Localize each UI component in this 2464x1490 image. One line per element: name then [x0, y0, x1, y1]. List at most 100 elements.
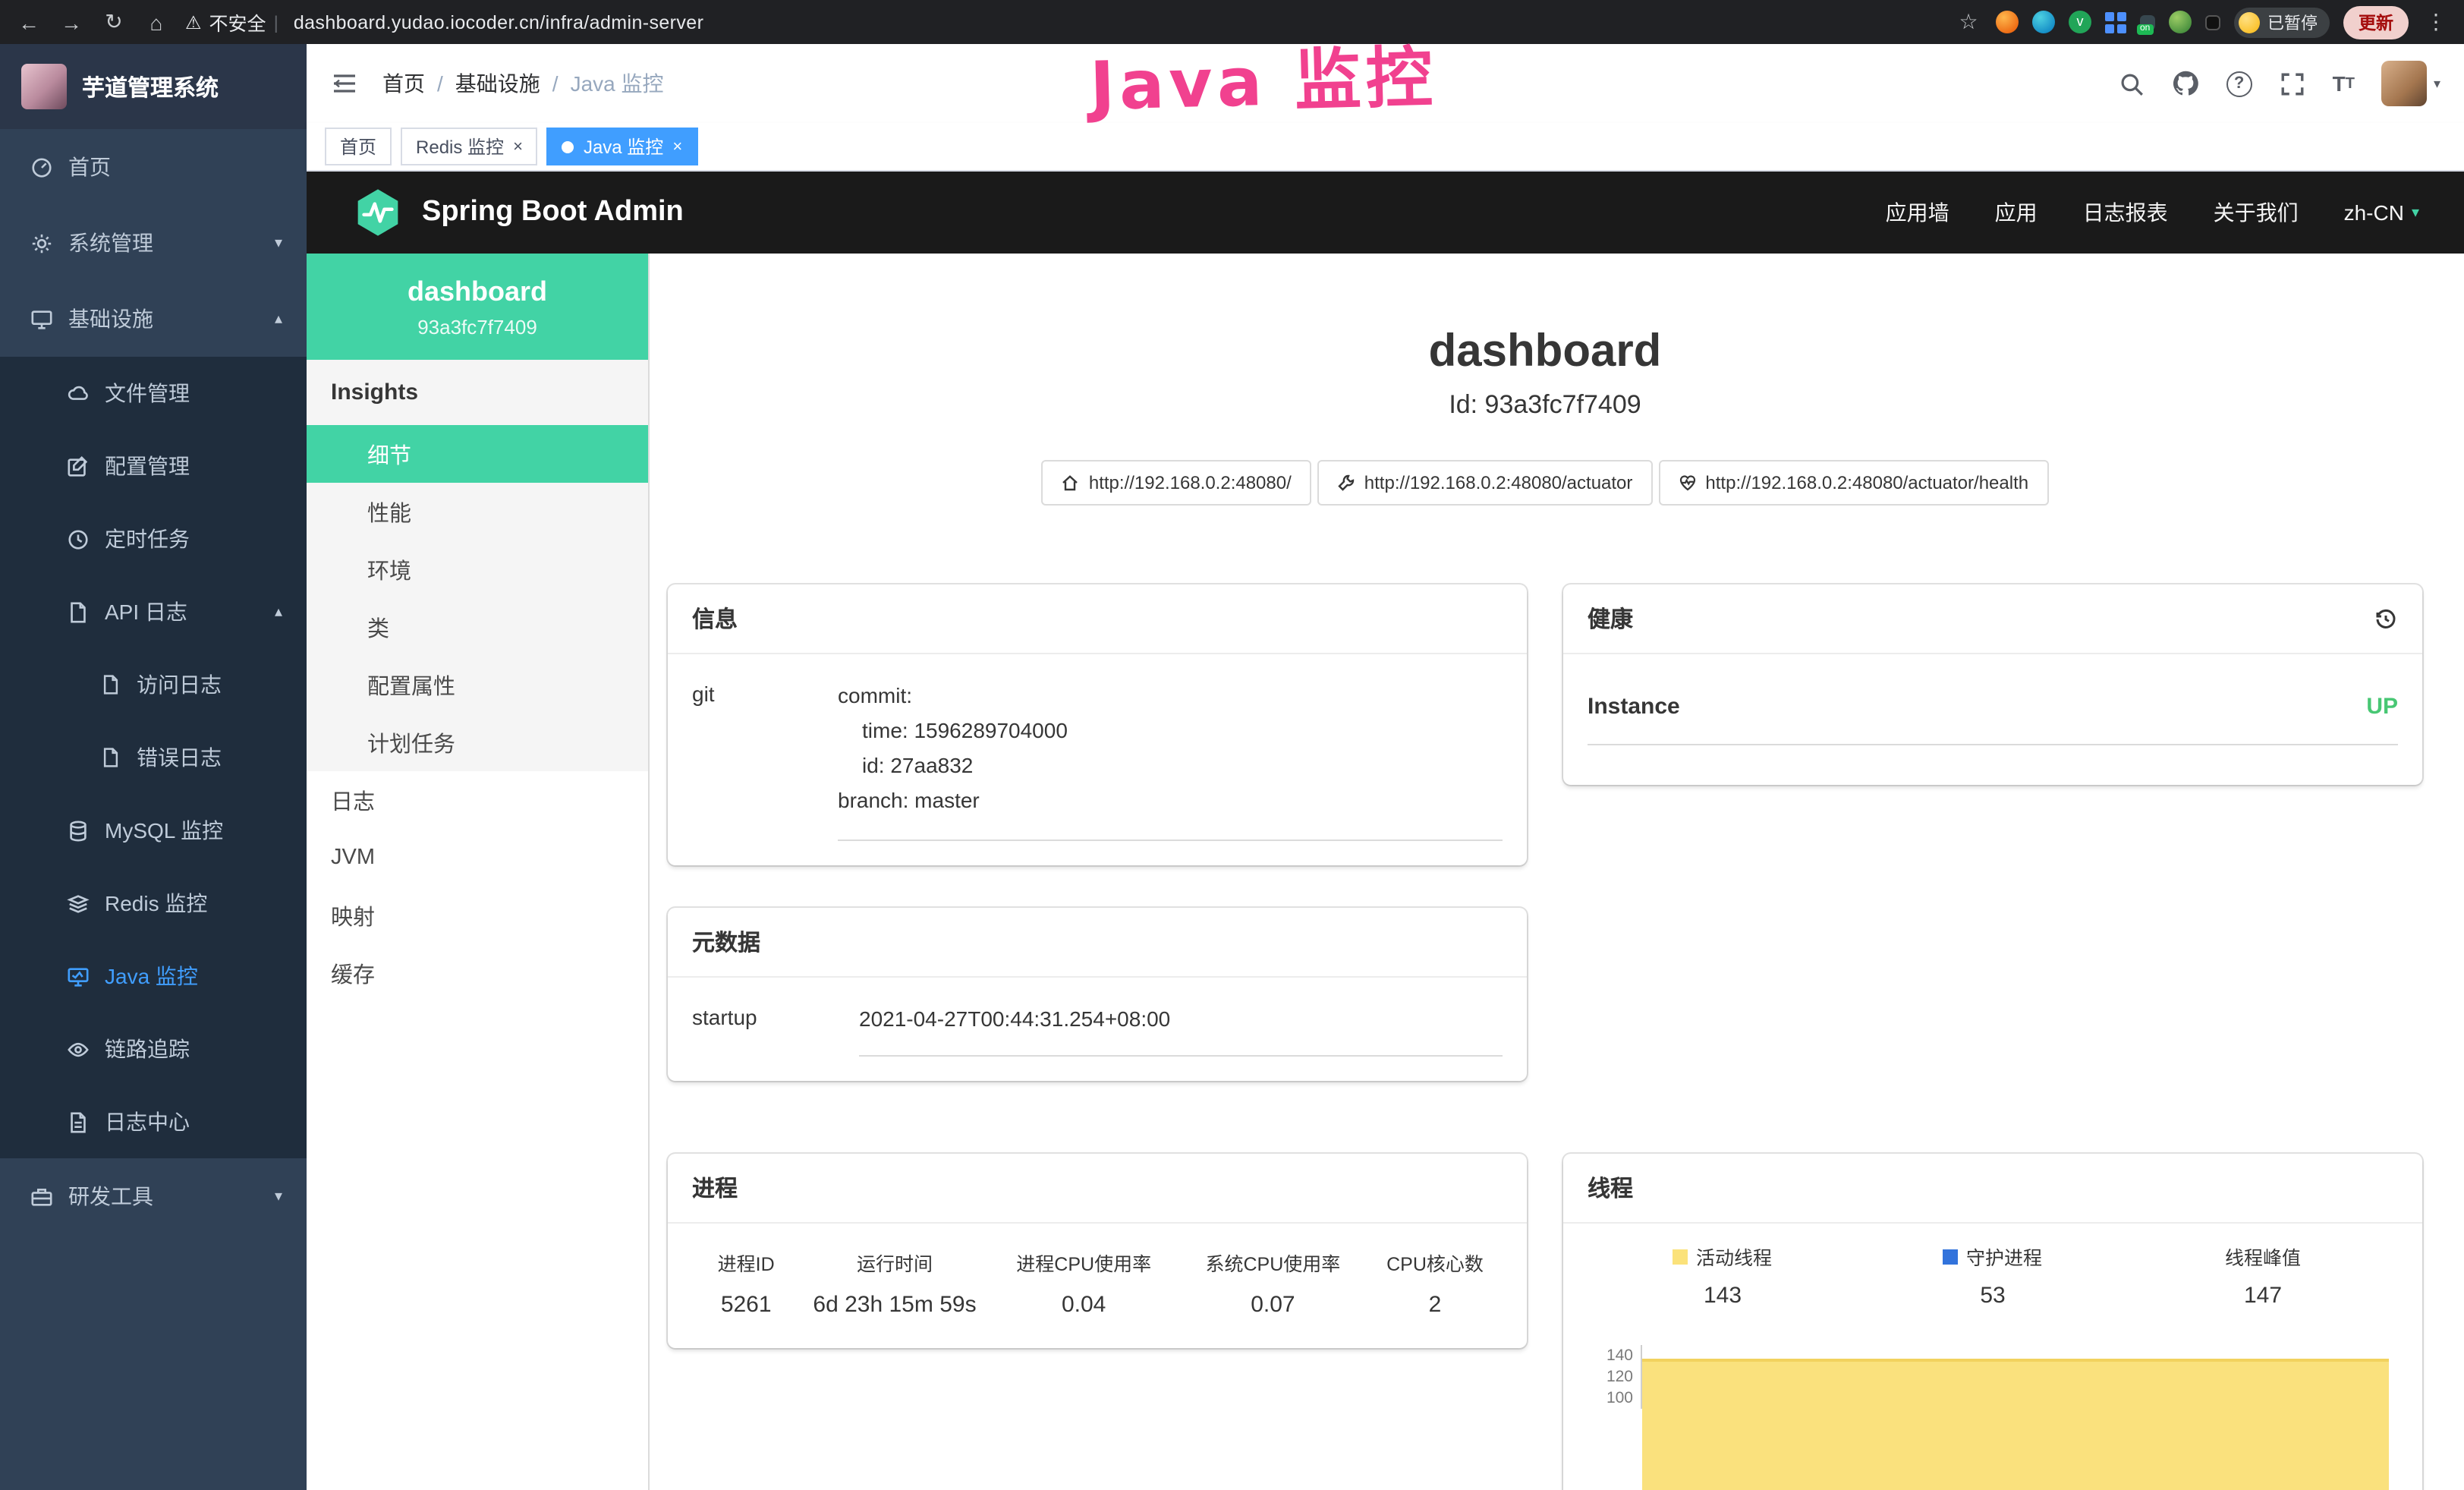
extension-leaf-icon[interactable]: [2169, 11, 2192, 33]
history-icon[interactable]: [2374, 606, 2398, 631]
sidebar-item-system[interactable]: 系统管理 ▾: [0, 205, 307, 281]
sba-nav-about[interactable]: 关于我们: [2214, 197, 2299, 228]
browser-forward-icon[interactable]: →: [58, 10, 85, 34]
font-size-icon[interactable]: TT: [2333, 71, 2355, 96]
tab-close-icon[interactable]: ×: [513, 137, 523, 156]
threads-chart: 140 120 100: [1588, 1346, 2398, 1490]
home-icon: [1062, 474, 1080, 492]
redis-icon: [67, 892, 90, 915]
process-col-header: 进程CPU使用率: [990, 1249, 1179, 1277]
sba-brand-label: Spring Boot Admin: [422, 196, 684, 229]
wrench-icon: [1337, 474, 1355, 492]
search-icon[interactable]: [2119, 71, 2145, 96]
active-tab-dot: [562, 140, 574, 153]
legend-daemon-label: 守护进程: [1966, 1243, 2042, 1271]
extension-teal-drop-icon[interactable]: [2032, 11, 2055, 33]
browser-menu-icon[interactable]: ⋮: [2422, 9, 2450, 35]
github-icon[interactable]: [2172, 70, 2199, 97]
sba-item-jvm[interactable]: JVM: [307, 829, 648, 887]
app-logo[interactable]: 芋道管理系统: [0, 44, 307, 129]
profile-paused-badge[interactable]: 已暂停: [2234, 7, 2330, 37]
service-url-button[interactable]: http://192.168.0.2:48080/: [1042, 460, 1311, 506]
sidebar-item-mysql-monitor[interactable]: MySQL 监控: [0, 794, 307, 867]
sidebar-item-redis-monitor[interactable]: Redis 监控: [0, 867, 307, 940]
extension-orange-icon[interactable]: [1996, 11, 2019, 33]
browser-reload-icon[interactable]: ↻: [100, 9, 127, 35]
breadcrumb-current: Java 监控: [571, 68, 664, 99]
legend-peak: 线程峰值 147: [2128, 1243, 2398, 1309]
sidebar-item-cron-jobs[interactable]: 定时任务: [0, 502, 307, 575]
tab-label: 首页: [340, 134, 376, 159]
sba-item-caches[interactable]: 缓存: [307, 944, 648, 1002]
sba-nav-wallboard[interactable]: 应用墙: [1886, 197, 1949, 228]
sba-brand[interactable]: Spring Boot Admin: [352, 187, 684, 238]
sidebar-item-label: API 日志: [105, 597, 187, 627]
sba-item-classes[interactable]: 类: [307, 598, 648, 656]
browser-back-icon[interactable]: ←: [15, 10, 42, 34]
sidebar-item-devtools[interactable]: 研发工具 ▾: [0, 1158, 307, 1234]
sba-item-logs[interactable]: 日志: [307, 771, 648, 829]
sba-item-config-props[interactable]: 配置属性: [307, 656, 648, 713]
sidebar-item-tracing[interactable]: 链路追踪: [0, 1013, 307, 1085]
browser-home-icon[interactable]: ⌂: [143, 10, 170, 34]
collapse-sidebar-icon[interactable]: [331, 70, 358, 97]
actuator-url-button[interactable]: http://192.168.0.2:48080/actuator: [1317, 460, 1653, 506]
fullscreen-icon[interactable]: [2280, 71, 2305, 96]
extensions-puzzle-icon[interactable]: [2205, 14, 2220, 30]
sba-item-details[interactable]: 细节: [307, 425, 648, 483]
site-security[interactable]: ⚠ 不安全 |: [185, 8, 278, 36]
sidebar-item-infra[interactable]: 基础设施 ▴: [0, 281, 307, 357]
sidebar-item-log-center[interactable]: 日志中心: [0, 1085, 307, 1158]
process-uptime: 6d 23h 15m 59s: [800, 1293, 989, 1325]
ytick: 100: [1588, 1388, 1642, 1410]
sba-item-environment[interactable]: 环境: [307, 540, 648, 598]
browser-update-button[interactable]: 更新: [2343, 5, 2409, 39]
eye-icon: [67, 1038, 90, 1060]
health-instance-row[interactable]: Instance UP: [1588, 679, 2398, 745]
info-card: 信息 git commit: time: 1596289704000 id: 2: [668, 584, 1527, 866]
extension-green-v-icon[interactable]: v: [2069, 11, 2091, 33]
breadcrumb-home[interactable]: 首页: [382, 68, 425, 99]
health-url-button[interactable]: http://192.168.0.2:48080/actuator/health: [1658, 460, 2048, 506]
user-avatar[interactable]: ▾: [2382, 61, 2440, 106]
sidebar-item-label: 系统管理: [68, 228, 153, 258]
bookmark-star-icon[interactable]: ☆: [1955, 9, 1982, 35]
sba-item-performance[interactable]: 性能: [307, 483, 648, 540]
sidebar-item-error-log[interactable]: 错误日志: [0, 721, 307, 794]
sidebar-item-home[interactable]: 首页: [0, 129, 307, 205]
sidebar-item-label: Java 监控: [105, 961, 198, 991]
sidebar-item-config-manage[interactable]: 配置管理: [0, 430, 307, 502]
extension-grid-icon[interactable]: [2105, 11, 2126, 33]
sidebar-item-file-manage[interactable]: 文件管理: [0, 357, 307, 430]
address-bar[interactable]: dashboard.yudao.iocoder.cn/infra/admin-s…: [294, 11, 704, 33]
metadata-card: 元数据 startup 2021-04-27T00:44:31.254+08:0…: [668, 909, 1527, 1082]
sidebar-item-api-log[interactable]: API 日志 ▴: [0, 575, 307, 648]
chevron-down-icon: ▾: [275, 235, 282, 251]
sidebar-item-label: 日志中心: [105, 1107, 190, 1137]
security-label: 不安全: [209, 8, 266, 36]
help-icon[interactable]: ?: [2226, 71, 2252, 96]
sidebar-item-java-monitor[interactable]: Java 监控: [0, 940, 307, 1013]
address-divider: |: [274, 11, 278, 33]
sba-item-mappings[interactable]: 映射: [307, 887, 648, 944]
sidebar-item-access-log[interactable]: 访问日志: [0, 648, 307, 721]
sba-nav-journal[interactable]: 日志报表: [2083, 197, 2168, 228]
tab-home[interactable]: 首页: [325, 128, 392, 165]
app-title: 芋道管理系统: [82, 71, 219, 102]
extension-switch-icon[interactable]: on: [2140, 14, 2155, 30]
breadcrumb-separator: /: [437, 71, 443, 96]
breadcrumb-infra[interactable]: 基础设施: [455, 68, 540, 99]
sba-instance-header[interactable]: dashboard 93a3fc7f7409: [307, 254, 648, 360]
sba-item-scheduled-tasks[interactable]: 计划任务: [307, 713, 648, 771]
actuator-url: http://192.168.0.2:48080/actuator: [1364, 472, 1633, 493]
sba-locale-select[interactable]: zh-CN ▾: [2344, 200, 2419, 225]
health-card: 健康 Instance UP: [1563, 584, 2422, 785]
sba-nav-applications[interactable]: 应用: [1995, 197, 2038, 228]
tab-close-icon[interactable]: ×: [672, 137, 682, 156]
tab-redis-monitor[interactable]: Redis 监控 ×: [401, 128, 538, 165]
process-cpu: 0.04: [990, 1293, 1179, 1325]
sba-navbar: Spring Boot Admin 应用墙 应用 日志报表 关于我们 zh-CN…: [307, 172, 2464, 254]
breadcrumb: 首页 / 基础设施 / Java 监控: [382, 68, 664, 99]
legend-peak-value: 147: [2128, 1284, 2398, 1309]
tab-java-monitor[interactable]: Java 监控 ×: [547, 128, 697, 165]
